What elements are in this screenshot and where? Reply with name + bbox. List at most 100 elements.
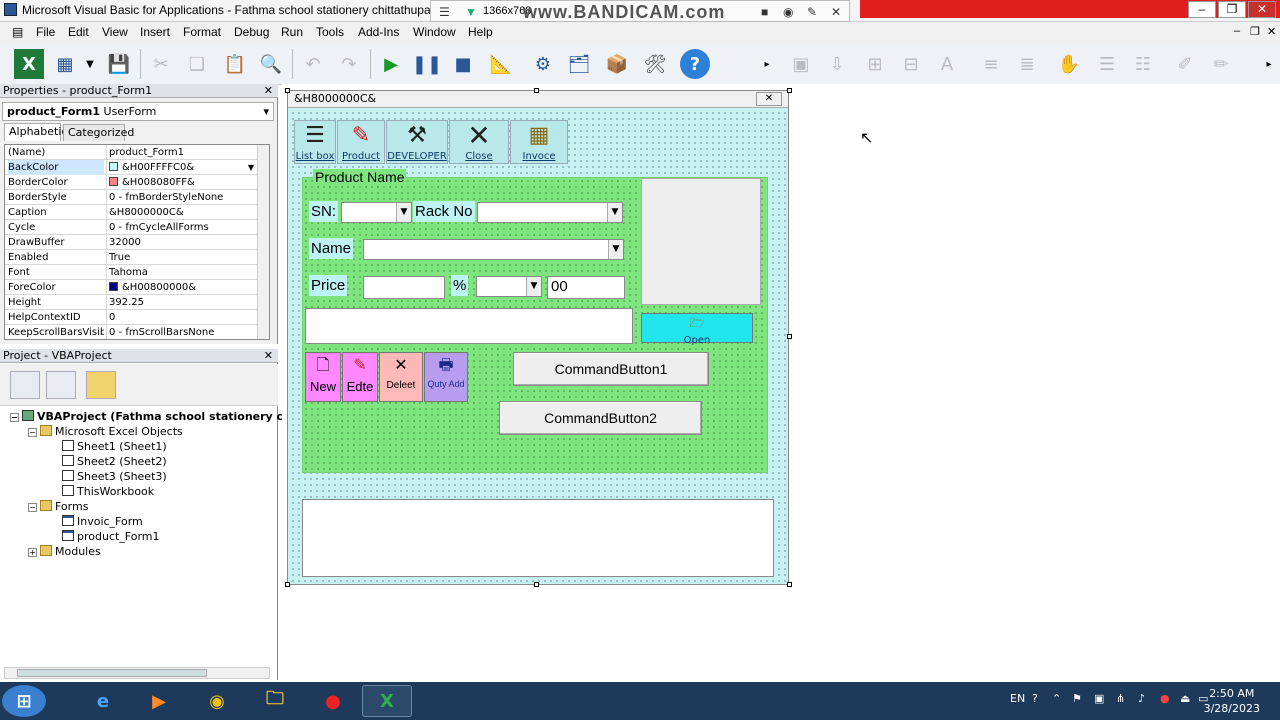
userform-window[interactable]: &H8000000C& ✕ ☰ List box ✎ Product ⚒ DEVELOP… (287, 90, 789, 585)
media-player-icon[interactable]: ▶ (134, 685, 184, 717)
action-center-icon[interactable]: ▣ (1094, 692, 1104, 705)
resize-handle[interactable] (285, 582, 290, 587)
property-row[interactable]: HelpContextID 0 (5, 310, 257, 325)
tab-categorized[interactable]: Categorized (63, 124, 134, 141)
view-code-icon[interactable] (10, 371, 40, 399)
restore-button[interactable]: ❐ (1218, 1, 1246, 18)
toggle-bookmark-icon[interactable]: ✐ (1170, 49, 1200, 79)
outdent-icon[interactable]: ☷ (1128, 49, 1158, 79)
menu-tools[interactable]: Tools (316, 25, 344, 39)
clock[interactable]: 2:50 AM 3/28/2023 (1204, 686, 1260, 716)
ungroup-icon[interactable]: ⊟ (896, 49, 926, 79)
property-value[interactable]: 0 - fmBorderStyleNone (106, 190, 256, 205)
center-icon[interactable]: ≣ (1012, 49, 1042, 79)
insert-userform-icon[interactable]: ▦ (50, 49, 80, 79)
menu-addins[interactable]: Add-Ins (358, 25, 399, 39)
new-button[interactable]: 🗋 New (305, 352, 341, 402)
product-button[interactable]: ✎ Product (337, 120, 385, 164)
recorder-tray-icon[interactable]: ● (1160, 692, 1170, 705)
chevron-down-icon[interactable]: ▼ (608, 240, 623, 259)
tree-thisworkbook[interactable]: ThisWorkbook (62, 485, 154, 499)
design-mode-icon[interactable]: 📐 (486, 49, 516, 79)
cut-icon[interactable]: ✂ (146, 49, 176, 79)
chevron-down-icon[interactable]: ▼ (607, 203, 622, 222)
percent-combobox[interactable]: ▼ (476, 276, 542, 297)
align-icon[interactable]: A (932, 49, 962, 79)
mdi-close-icon[interactable]: ✕ (1267, 25, 1276, 38)
rack-combobox[interactable]: ▼ (477, 202, 623, 223)
property-value[interactable]: &H8000000C& (106, 205, 256, 220)
command-button-2[interactable]: CommandButton2 (499, 401, 702, 435)
property-row[interactable]: (Name) product_Form1 (5, 145, 257, 160)
property-value[interactable]: 32000 (106, 235, 256, 250)
tree-sheet3[interactable]: Sheet3 (Sheet3) (62, 470, 167, 484)
resize-handle[interactable] (787, 334, 792, 339)
stop-icon[interactable]: ■ (761, 5, 768, 19)
menu-help[interactable]: Help (468, 25, 493, 39)
listbox-area[interactable] (302, 499, 774, 577)
property-row[interactable]: KeepScrollBarsVisible 0 - fmScrollBarsNon… (5, 325, 257, 339)
scroll-thumb[interactable] (17, 669, 207, 677)
undo-icon[interactable]: ↶ (298, 49, 328, 79)
internet-explorer-icon[interactable]: e (78, 685, 128, 717)
edit-button[interactable]: ✎ Edte (342, 352, 378, 402)
bring-front-icon[interactable]: ▣ (786, 49, 816, 79)
network-icon[interactable]: ⋔ (1116, 692, 1125, 705)
property-value[interactable]: &H008080FF& (106, 175, 256, 190)
tree-root[interactable]: − VBAProject (Fathma school stationery ch… (10, 410, 305, 424)
excel-view-icon[interactable]: X (14, 49, 44, 79)
description-input[interactable] (305, 308, 633, 344)
chevron-down-icon[interactable]: ▼ (396, 203, 411, 222)
align-left-icon[interactable]: ≡ (976, 49, 1006, 79)
tree-forms[interactable]: − Forms (28, 500, 88, 514)
property-row[interactable]: BackColor &H00FFFFC0& ▼ (5, 160, 257, 175)
property-row[interactable]: Font Tahoma (5, 265, 257, 280)
property-value[interactable]: 392.25 (106, 295, 256, 310)
send-back-icon[interactable]: ⇩ (822, 49, 852, 79)
chevron-down-icon[interactable]: ▼ (248, 160, 254, 175)
menu-window[interactable]: Window (413, 25, 456, 39)
tree-sheet1[interactable]: Sheet1 (Sheet1) (62, 440, 167, 454)
property-value[interactable]: &H00800000& (106, 280, 256, 295)
tray-expand-icon[interactable]: ⌃ (1052, 692, 1061, 705)
resize-handle[interactable] (787, 88, 792, 93)
tab-alphabetic[interactable]: Alphabetic (4, 123, 67, 141)
properties-close-icon[interactable]: ✕ (264, 84, 273, 98)
invoice-button[interactable]: ▦ Invoce (510, 120, 568, 164)
property-row[interactable]: Caption &H8000000C& (5, 205, 257, 220)
property-value[interactable]: Tahoma (106, 265, 256, 280)
save-icon[interactable]: 💾 (104, 49, 134, 79)
reset-icon[interactable]: ■ (448, 49, 478, 79)
property-row[interactable]: ForeColor &H00800000& (5, 280, 257, 295)
language-indicator[interactable]: EN (1010, 692, 1025, 705)
chrome-icon[interactable]: ◉ (192, 685, 242, 717)
redo-icon[interactable]: ↷ (334, 49, 364, 79)
chevron-down-icon[interactable]: ▾ (263, 103, 269, 120)
explorer-icon[interactable]: 🗀 (250, 685, 300, 717)
group-icon[interactable]: ⊞ (860, 49, 890, 79)
property-row[interactable]: Height 392.25 (5, 295, 257, 310)
toggle-folders-icon[interactable] (86, 371, 116, 399)
property-value[interactable]: 0 - fmCycleAllForms (106, 220, 256, 235)
tree-modules[interactable]: + Modules (28, 545, 101, 559)
resize-handle[interactable] (285, 88, 290, 93)
userform-body[interactable]: ☰ List box ✎ Product ⚒ DEVELOPER ✕ Close ▦ In… (290, 110, 786, 584)
run-icon[interactable]: ▶ (376, 49, 406, 79)
property-row[interactable]: BorderStyle 0 - fmBorderStyleNone (5, 190, 257, 205)
help-icon[interactable]: ? (680, 49, 710, 79)
pin-icon[interactable]: ▼ (465, 5, 477, 19)
property-value[interactable]: 0 - fmScrollBarsNone (106, 325, 256, 339)
menu-format[interactable]: Format (183, 25, 221, 39)
start-button[interactable]: ⊞ (2, 685, 46, 717)
usb-icon[interactable]: ⏏ (1180, 692, 1190, 705)
property-value[interactable]: &H00FFFFC0& ▼ (106, 160, 256, 175)
menu-debug[interactable]: Debug (234, 25, 269, 39)
property-value[interactable]: True (106, 250, 256, 265)
property-value[interactable]: product_Form1 (106, 145, 256, 160)
property-row[interactable]: BorderColor &H008080FF& (5, 175, 257, 190)
resize-handle[interactable] (534, 88, 539, 93)
menu-run[interactable]: Run (281, 25, 303, 39)
delete-button[interactable]: ✕ Deleet (379, 352, 423, 402)
break-icon[interactable]: ❚❚ (412, 49, 442, 79)
mdi-restore-icon[interactable]: ❐ (1250, 25, 1260, 38)
